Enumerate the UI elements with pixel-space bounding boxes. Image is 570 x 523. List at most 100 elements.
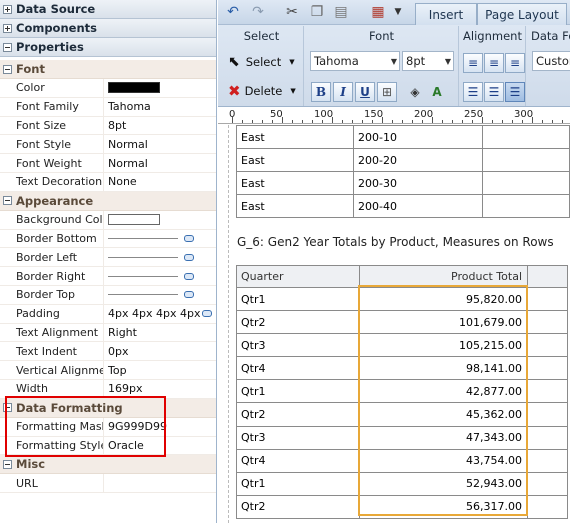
highlight-box	[5, 396, 166, 457]
prop-border-top[interactable]: Border Top	[0, 285, 216, 305]
prop-background-color[interactable]: Background Color	[0, 210, 216, 230]
delete-icon: ✖	[228, 82, 241, 100]
prop-text-decoration[interactable]: Text Decoration None	[0, 172, 216, 192]
prop-border-left[interactable]: Border Left	[0, 248, 216, 268]
font-color-button[interactable]: A	[427, 82, 447, 102]
prop-color[interactable]: Color	[0, 79, 216, 98]
table-row[interactable]: East 200-20	[235, 148, 570, 172]
accordion-components[interactable]: Components	[0, 19, 216, 38]
prop-border-right[interactable]: Border Right	[0, 267, 216, 286]
select-button[interactable]: ⬉ Select ▼	[228, 54, 295, 70]
table-row[interactable]: Qtr3 47,343.00	[236, 425, 568, 450]
table-row[interactable]: Qtr1 42,877.00	[236, 379, 568, 404]
ruler-tick	[302, 120, 303, 123]
ruler-tick	[262, 120, 263, 123]
font-size-select[interactable]: 8pt ▼	[402, 51, 454, 71]
align-left-button[interactable]: ☰	[463, 82, 483, 102]
prop-border-bottom[interactable]: Border Bottom	[0, 229, 216, 249]
bold-button[interactable]: B	[311, 82, 331, 102]
tab-page-layout[interactable]: Page Layout	[477, 3, 567, 25]
ellipsis-icon[interactable]	[202, 310, 213, 318]
column-header-product-total[interactable]: Product Total	[359, 265, 528, 288]
align-top-button[interactable]: ≡	[463, 53, 483, 73]
fill-color-button[interactable]: ◈	[405, 82, 425, 102]
column-header-quarter[interactable]: Quarter	[236, 265, 360, 288]
redo-icon[interactable]: ↷	[248, 3, 268, 21]
align-center-button[interactable]: ☰	[484, 82, 504, 102]
prop-font-style[interactable]: Font Style Normal	[0, 135, 216, 155]
prop-font-family[interactable]: Font Family Tahoma	[0, 97, 216, 117]
prop-text-alignment[interactable]: Text Alignment Right	[0, 323, 216, 343]
border-button[interactable]: ⊞	[377, 82, 397, 102]
ruler-tick	[542, 120, 543, 123]
table-row[interactable]: Qtr1 52,943.00	[236, 471, 568, 496]
prop-font-size[interactable]: Font Size 8pt	[0, 116, 216, 136]
ruler-tick	[242, 120, 243, 123]
table-row[interactable]: East 200-30	[235, 171, 570, 195]
ellipsis-icon[interactable]	[184, 272, 194, 280]
tab-insert[interactable]: Insert	[415, 3, 477, 25]
prop-padding[interactable]: Padding 4px 4px 4px 4px	[0, 304, 216, 324]
collapse-icon[interactable]	[3, 459, 12, 469]
border-preview	[108, 237, 178, 239]
table-row[interactable]: Qtr4 98,141.00	[236, 356, 568, 381]
ruler-tick	[312, 120, 313, 123]
layout-icon[interactable]: ▦	[368, 3, 388, 21]
accordion-data-source[interactable]: Data Source	[0, 0, 216, 19]
data-format-select[interactable]: Custom	[532, 51, 570, 71]
expand-icon[interactable]	[3, 4, 12, 14]
collapse-icon[interactable]	[3, 42, 12, 52]
undo-icon[interactable]: ↶	[223, 3, 243, 21]
totals-table: Quarter Product Total Qtr1 95,820.00 Qtr2…	[236, 265, 568, 519]
ruler-tick	[342, 120, 343, 123]
table-row[interactable]: Qtr3 105,215.00	[236, 333, 568, 358]
collapse-icon[interactable]	[3, 196, 12, 206]
column-header-empty[interactable]	[527, 265, 568, 288]
section-misc[interactable]: Misc	[0, 455, 216, 475]
table-region: East 200-10 East 200-20 East 200-30 East 200…	[235, 125, 570, 218]
border-preview	[108, 275, 178, 277]
underline-button[interactable]: U	[355, 82, 375, 102]
chevron-down-icon: ▼	[290, 87, 296, 95]
prop-text-indent[interactable]: Text Indent 0px	[0, 342, 216, 362]
table-row[interactable]: Qtr2 45,362.00	[236, 402, 568, 427]
color-swatch[interactable]	[108, 214, 160, 226]
ruler-label: 300	[514, 109, 534, 120]
ellipsis-icon[interactable]	[184, 253, 194, 261]
ruler-label: 200	[414, 109, 434, 120]
section-appearance[interactable]: Appearance	[0, 191, 216, 211]
collapse-icon[interactable]	[3, 64, 12, 74]
ruler-tick	[422, 120, 423, 123]
paste-icon[interactable]: ▤	[331, 3, 351, 21]
expand-icon[interactable]	[3, 23, 12, 33]
align-middle-button[interactable]: ≡	[484, 53, 504, 73]
table-row[interactable]: Qtr4 43,754.00	[236, 448, 568, 473]
table-row[interactable]: East 200-10	[235, 125, 570, 149]
ruler-tick	[432, 117, 433, 123]
prop-font-weight[interactable]: Font Weight Normal	[0, 154, 216, 173]
table-row[interactable]: Qtr1 95,820.00	[236, 286, 568, 312]
copy-icon[interactable]: ❐	[307, 3, 327, 21]
ellipsis-icon[interactable]	[184, 291, 194, 299]
ruler-tick	[442, 120, 443, 123]
ellipsis-icon[interactable]	[184, 234, 194, 242]
table-row[interactable]: Qtr2 101,679.00	[236, 310, 568, 335]
color-swatch[interactable]	[108, 82, 160, 94]
ruler-tick	[232, 117, 233, 123]
prop-vertical-alignment[interactable]: Vertical AlignmentTop	[0, 361, 216, 380]
ruler-tick	[282, 117, 283, 123]
prop-url[interactable]: URL	[0, 474, 216, 494]
font-family-select[interactable]: Tahoma ▼	[310, 51, 400, 71]
accordion-properties[interactable]: Properties	[0, 38, 216, 57]
cut-icon[interactable]: ✂	[282, 3, 302, 21]
align-right-button[interactable]: ☰	[505, 82, 525, 102]
ruler-tick	[292, 120, 293, 123]
italic-button[interactable]: I	[333, 82, 353, 102]
section-font[interactable]: Font	[0, 60, 216, 79]
table-row[interactable]: East 200-40	[235, 194, 570, 218]
chevron-down-icon[interactable]: ▼	[388, 3, 408, 21]
ruler-tick	[362, 120, 363, 123]
table-row[interactable]: Qtr2 56,317.00	[236, 494, 568, 519]
delete-button[interactable]: ✖ Delete ▼	[228, 82, 296, 100]
align-bottom-button[interactable]: ≡	[505, 53, 525, 73]
